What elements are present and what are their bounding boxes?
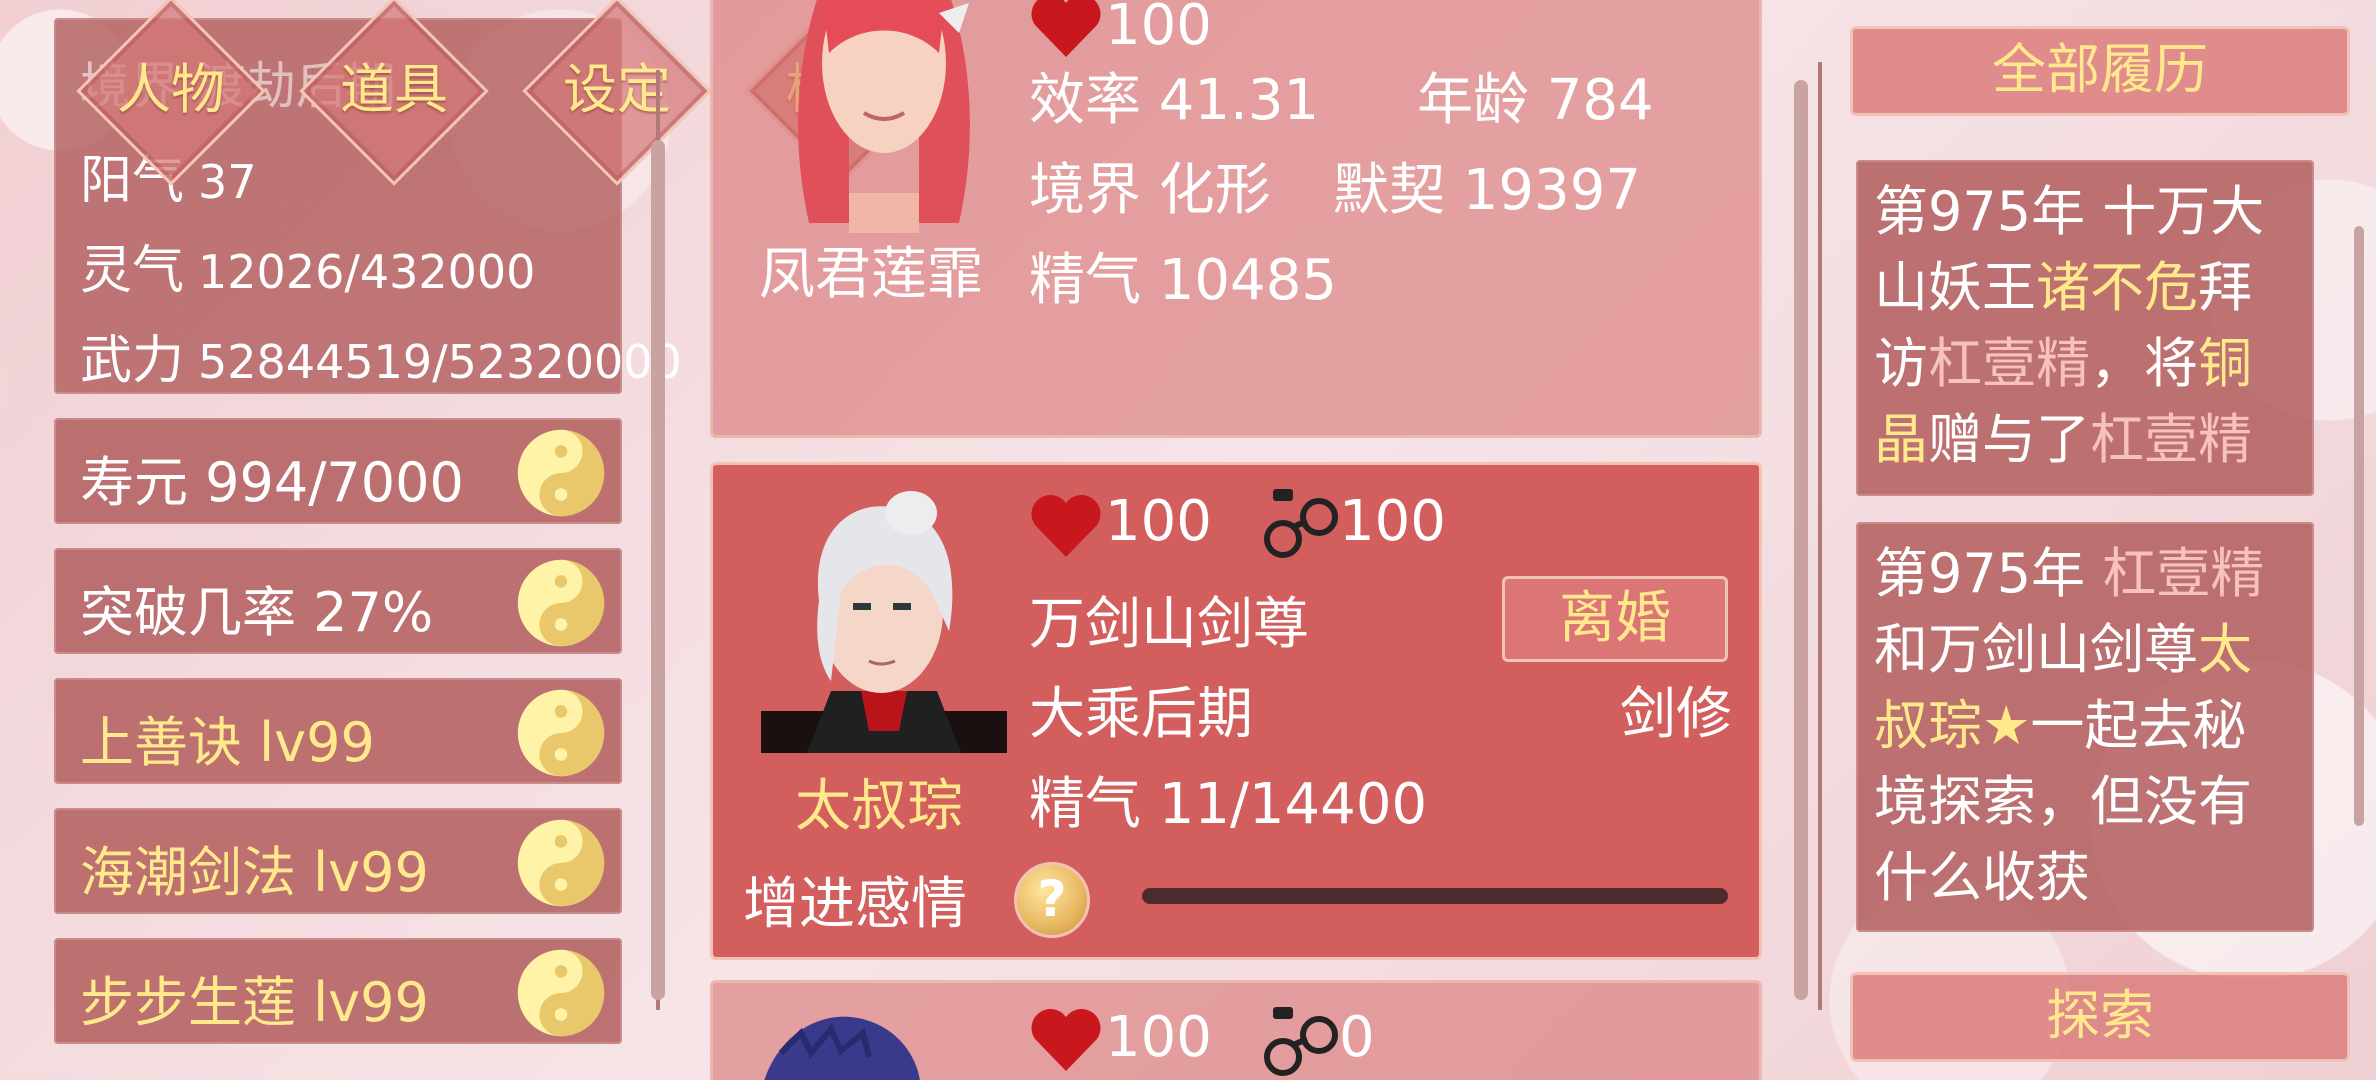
heart-value: 100	[1105, 489, 1212, 554]
skill-row-haichao: 海潮剑法 lv99	[54, 808, 622, 914]
heart-icon	[1031, 0, 1101, 57]
heart-icon	[1031, 1008, 1101, 1071]
handcuffs-icon	[1264, 1007, 1338, 1076]
nav-items[interactable]: 道具	[299, 60, 489, 120]
log-name[interactable]: 杠壹精	[1928, 332, 2090, 395]
skill-label: 突破几率 27%	[80, 581, 434, 644]
qi-label: 灵气	[80, 241, 185, 301]
yinyang-icon[interactable]	[516, 558, 606, 648]
log-text: 和万剑山剑尊	[1874, 618, 2198, 681]
yinyang-icon[interactable]	[516, 428, 606, 518]
middle-scroll-thumb[interactable]	[1794, 80, 1808, 1000]
qi-value: 12026/432000	[198, 245, 536, 299]
all-history-button[interactable]: 全部履历	[1850, 26, 2350, 116]
portrait-third	[761, 1013, 921, 1080]
left-scroll-thumb[interactable]	[651, 140, 665, 1000]
handcuffs-icon	[1264, 489, 1338, 558]
class-text: 剑修	[1620, 682, 1732, 747]
realm-text: 大乘后期	[1029, 682, 1253, 747]
right-scroll-thumb[interactable]	[2354, 226, 2364, 826]
log-name[interactable]: 诸不危	[2036, 256, 2198, 319]
yinyang-icon[interactable]	[516, 948, 606, 1038]
qi-stat: 灵气 12026/432000	[80, 228, 535, 303]
history-entry-2: 第975年 杠壹精和万剑山剑尊太叔琮★一起去秘境探索，但没有什么收获	[1856, 522, 2314, 932]
power-value: 52844519/52320000	[198, 335, 682, 389]
companion-card-2[interactable]: 太叔琮 100 100 万剑山剑尊 大乘后期 精气 11/14400 剑修 增进…	[710, 462, 1762, 960]
log-name[interactable]: 杠壹精	[2102, 542, 2264, 605]
skill-row-bubu: 步步生莲 lv99	[54, 938, 622, 1044]
heart-value: 100	[1105, 1005, 1212, 1070]
affection-label: 增进感情	[743, 872, 967, 937]
yinyang-icon[interactable]	[516, 818, 606, 908]
nav-settings[interactable]: 设定	[522, 60, 712, 120]
heart-icon	[1031, 494, 1101, 557]
companion-card-1[interactable]: 凤君莲霏 100 效率 41.31 年龄 784 境界 化形 默契 19397 …	[710, 0, 1762, 438]
nav-character[interactable]: 人物	[76, 60, 266, 120]
explore-button[interactable]: 探索	[1850, 972, 2350, 1062]
companion-name: 凤君莲霏	[759, 242, 983, 307]
affection-progress-bar[interactable]	[1142, 888, 1728, 904]
bond-value: 100	[1339, 489, 1446, 554]
log-text: ，将	[2090, 332, 2198, 395]
middle-scrollbar[interactable]	[1818, 62, 1822, 1010]
skill-row-lifespan: 寿元 994/7000	[54, 418, 622, 524]
log-text: 赠与了	[1928, 408, 2090, 471]
skill-row-shangshan: 上善诀 lv99	[54, 678, 622, 784]
skill-row-breakthrough: 突破几率 27%	[54, 548, 622, 654]
skill-label: 步步生莲 lv99	[80, 971, 429, 1034]
yinyang-icon[interactable]	[516, 688, 606, 778]
title-text: 万剑山剑尊	[1029, 592, 1309, 657]
history-entry-1: 第975年 十万大山妖王诸不危拜访杠壹精，将铜晶赠与了杠壹精	[1856, 160, 2314, 496]
essence-text: 精气 11/14400	[1029, 772, 1428, 837]
yang-value: 37	[198, 155, 257, 209]
heart-value: 100	[1105, 0, 1212, 58]
log-name[interactable]: 杠壹精	[2090, 408, 2252, 471]
power-stat: 武力 52844519/52320000	[80, 318, 682, 393]
realm-text: 境界 化形	[1029, 158, 1271, 223]
skill-label: 上善诀 lv99	[80, 711, 375, 774]
portrait-fengjun	[779, 0, 989, 233]
divorce-button[interactable]: 离婚	[1502, 576, 1728, 662]
skill-label: 寿元 994/7000	[80, 451, 464, 514]
log-text: 第975年	[1874, 542, 2103, 605]
companion-card-3[interactable]: 100 0	[710, 980, 1762, 1080]
age-text: 年龄 784	[1417, 68, 1654, 133]
efficiency-text: 效率 41.31	[1029, 68, 1320, 133]
help-button[interactable]: ?	[1014, 862, 1090, 938]
tacit-text: 默契 19397	[1333, 158, 1641, 223]
skill-label: 海潮剑法 lv99	[80, 841, 429, 904]
power-label: 武力	[80, 331, 185, 391]
bond-value: 0	[1339, 1005, 1375, 1070]
portrait-taishucong	[761, 491, 1007, 753]
essence-text: 精气 10485	[1029, 248, 1337, 313]
companion-name: 太叔琮	[795, 774, 963, 839]
